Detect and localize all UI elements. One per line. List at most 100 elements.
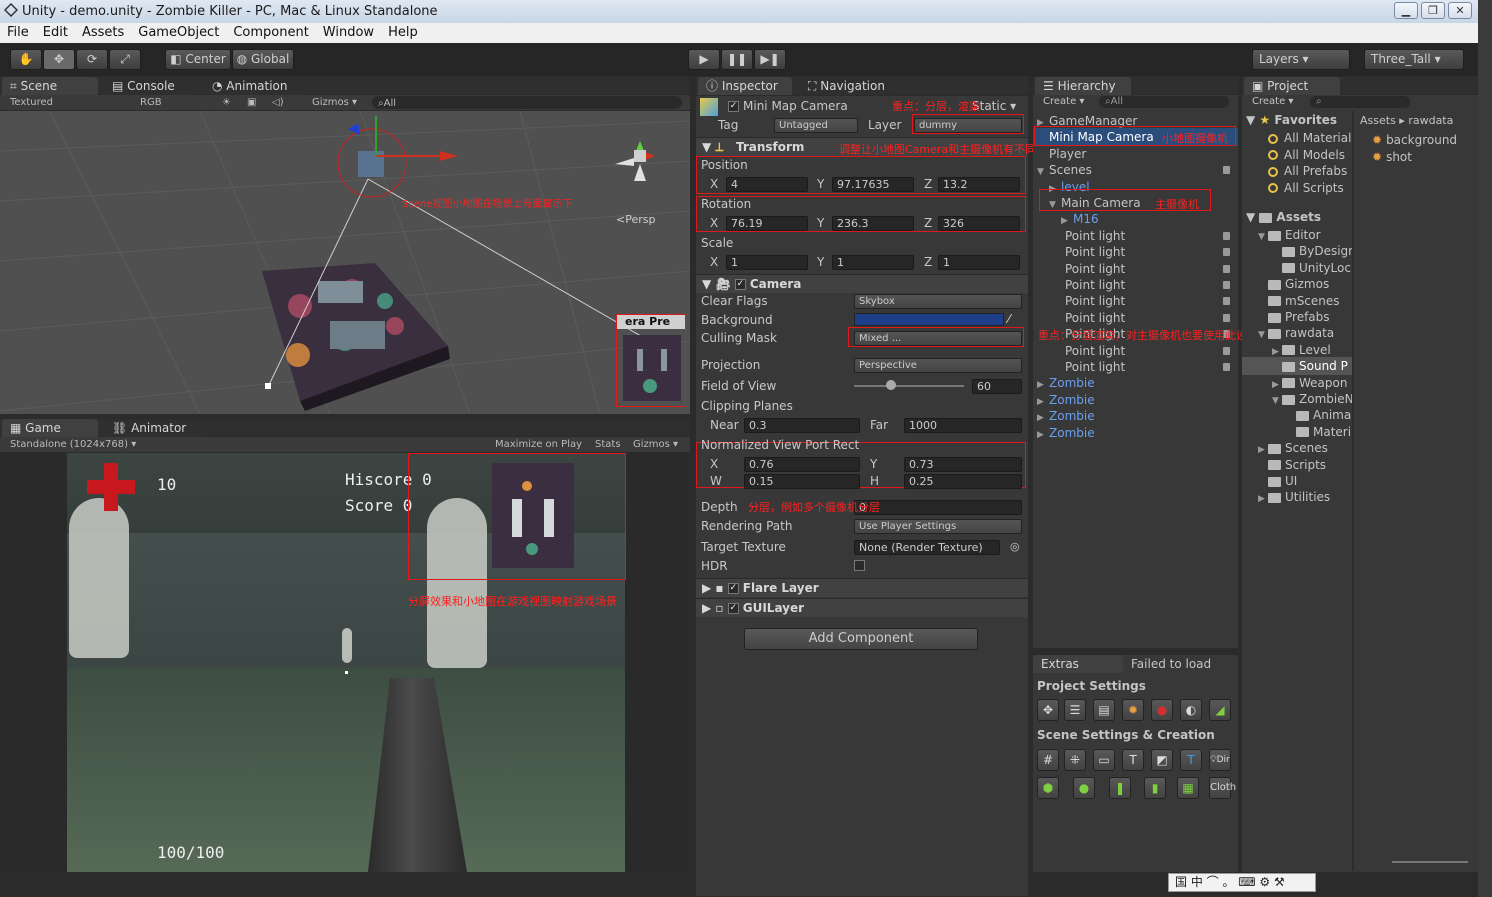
hand-tool-icon[interactable]: ✋ xyxy=(10,49,42,70)
fov-field[interactable]: 60 xyxy=(972,379,1022,394)
asset-folder[interactable]: ▶ Utilities xyxy=(1242,488,1352,506)
tab-hierarchy[interactable]: ☰ Hierarchy xyxy=(1035,77,1131,95)
far-field[interactable]: 1000 xyxy=(904,418,1022,433)
menu-component[interactable]: Component xyxy=(226,23,315,43)
gui-texture-icon[interactable]: ◩ xyxy=(1151,749,1173,771)
breadcrumb-assets[interactable]: Assets xyxy=(1360,114,1396,127)
favorites-header[interactable]: ▼ ★ Favorites xyxy=(1246,113,1337,127)
asset-folder[interactable]: Sound P xyxy=(1242,357,1352,376)
scl-y-field[interactable]: 1 xyxy=(832,255,914,270)
layers-dropdown[interactable]: Layers ▾ xyxy=(1252,49,1350,70)
tab-console[interactable]: ▤ Console xyxy=(104,77,196,95)
favorite-search-item[interactable]: All Prefabs xyxy=(1268,162,1347,180)
asset-folder[interactable]: UI xyxy=(1242,472,1352,490)
hierarchy-item[interactable]: Point light xyxy=(1033,243,1238,261)
play-button[interactable]: ▶ xyxy=(688,49,720,70)
hierarchy-create-dropdown[interactable]: Create ▾ xyxy=(1043,95,1084,109)
layout-dropdown[interactable]: Three_Tall ▾ xyxy=(1364,49,1464,70)
lock-icon[interactable] xyxy=(1223,363,1230,371)
vp-h-field[interactable]: 0.25 xyxy=(904,474,1022,489)
tab-scene[interactable]: ⌗ Scene xyxy=(2,77,98,95)
menu-window[interactable]: Window xyxy=(316,23,381,43)
asset-folder[interactable]: Anima xyxy=(1242,406,1352,424)
move-tool-icon[interactable]: ✥ xyxy=(43,49,75,70)
asset-folder[interactable]: ▼ Editor xyxy=(1242,226,1352,244)
menu-file[interactable]: File xyxy=(0,23,36,43)
scale-tool-icon[interactable]: ⤢ xyxy=(109,49,141,70)
plane-create-icon[interactable]: ▦ xyxy=(1177,777,1199,799)
gizmos-dropdown[interactable]: Gizmos ▾ xyxy=(312,95,357,110)
camera-enabled-checkbox[interactable]: ✓ xyxy=(734,279,746,290)
hierarchy-item[interactable]: Point light xyxy=(1033,276,1238,294)
time-settings-icon[interactable]: ● xyxy=(1151,699,1173,721)
hierarchy-item[interactable]: Point light xyxy=(1033,342,1238,360)
breadcrumb-rawdata[interactable]: rawdata xyxy=(1408,114,1453,127)
resolution-dropdown[interactable]: Standalone (1024x768) ▾ xyxy=(10,437,136,452)
hierarchy-item[interactable]: ▶ Zombie xyxy=(1033,391,1238,409)
audio-toggle-icon[interactable]: ◁) xyxy=(272,95,284,110)
favorite-search-item[interactable]: All Material xyxy=(1268,129,1351,147)
asset-folder[interactable]: Gizmos xyxy=(1242,275,1352,293)
project-create-dropdown[interactable]: Create ▾ xyxy=(1252,95,1293,109)
tag-dropdown[interactable]: Untagged xyxy=(774,118,858,133)
flare-layer-header[interactable]: ▶ ▪ ✓ Flare Layer xyxy=(696,578,1028,597)
cube-create-icon[interactable]: ⬢ xyxy=(1037,777,1059,799)
menu-edit[interactable]: Edit xyxy=(36,23,75,43)
text-icon[interactable]: T xyxy=(1122,749,1144,771)
lock-icon[interactable] xyxy=(1223,248,1230,257)
audio-settings-icon[interactable]: ▤ xyxy=(1093,699,1115,721)
lock-icon[interactable] xyxy=(1223,264,1230,273)
stats-toggle[interactable]: Stats xyxy=(595,437,621,452)
asset-folder[interactable]: ▶ Scenes xyxy=(1242,439,1352,457)
target-texture-field[interactable]: None (Render Texture) xyxy=(854,540,1000,555)
asset-folder[interactable]: ▶ Level xyxy=(1242,341,1352,359)
game-view[interactable]: 10 Hiscore 0 Score 0 100/100 分屏效果和小地图在游戏… xyxy=(0,453,690,872)
hierarchy-item[interactable]: Point light xyxy=(1033,358,1238,376)
hierarchy-item[interactable]: Point light xyxy=(1033,309,1238,327)
object-picker-icon[interactable]: ◎ xyxy=(1010,540,1020,553)
quality-settings-icon[interactable]: ◐ xyxy=(1180,699,1202,721)
lighting-toggle-icon[interactable]: ☀ xyxy=(222,95,231,110)
menu-gameobject[interactable]: GameObject xyxy=(131,23,226,43)
capsule-create-icon[interactable]: ❚ xyxy=(1109,777,1131,799)
input-settings-icon[interactable]: ✥ xyxy=(1037,699,1059,721)
pivot-center-toggle[interactable]: ◧ Center xyxy=(165,49,231,70)
tab-project[interactable]: ▣ Project xyxy=(1244,77,1340,95)
asset-file[interactable]: ✹ shot xyxy=(1372,148,1412,166)
scl-x-field[interactable]: 1 xyxy=(726,255,808,270)
tab-navigation[interactable]: ⛶ Navigation xyxy=(800,77,900,95)
cloth-create-button[interactable]: Cloth xyxy=(1209,777,1236,799)
lock-icon[interactable] xyxy=(1223,231,1230,240)
scene-view[interactable]: Scene视图小地图在场景上与面显示下 <Persp era Pre xyxy=(0,111,690,414)
asset-folder[interactable]: Prefabs xyxy=(1242,308,1352,326)
clear-flags-dropdown[interactable]: Skybox xyxy=(854,294,1022,309)
shading-mode-dropdown[interactable]: Textured xyxy=(10,95,53,110)
hierarchy-item[interactable]: Point light xyxy=(1033,227,1238,245)
lock-icon[interactable] xyxy=(1223,297,1230,306)
vp-x-field[interactable]: 0.76 xyxy=(744,457,860,472)
graphics-settings-icon[interactable]: ◢ xyxy=(1209,699,1231,721)
flare-enabled-checkbox[interactable]: ✓ xyxy=(727,583,739,594)
asset-folder[interactable]: mScenes xyxy=(1242,292,1352,310)
close-button[interactable]: ✕ xyxy=(1448,2,1472,19)
grid-icon[interactable]: # xyxy=(1037,749,1059,771)
rotate-tool-icon[interactable]: ⟳ xyxy=(76,49,108,70)
hierarchy-search-input[interactable]: ⌕All xyxy=(1099,96,1229,108)
persp-label[interactable]: <Persp xyxy=(616,213,655,226)
asset-folder[interactable]: UnityLoc xyxy=(1242,259,1352,277)
favorite-search-item[interactable]: All Models xyxy=(1268,146,1345,164)
vp-w-field[interactable]: 0.15 xyxy=(744,474,860,489)
favorite-search-item[interactable]: All Scripts xyxy=(1268,179,1344,197)
step-button[interactable]: ▶❚ xyxy=(754,49,786,70)
hierarchy-item[interactable]: ▶ Zombie xyxy=(1033,424,1238,442)
icon-size-slider[interactable] xyxy=(1392,861,1468,863)
project-search-input[interactable]: ⌕ xyxy=(1310,96,1410,108)
tags-settings-icon[interactable]: ☰ xyxy=(1064,699,1086,721)
image-toggle-icon[interactable]: ▣ xyxy=(247,95,256,110)
minimize-button[interactable]: ▁ xyxy=(1394,2,1418,19)
camera-header[interactable]: ▼ 🎥︎ ✓ Camera xyxy=(696,274,1028,293)
ime-toolbar[interactable]: 国 中 ⌒ 。 ⌨ ⚙ ⚒ xyxy=(1168,873,1316,892)
menu-help[interactable]: Help xyxy=(381,23,425,43)
hierarchy-item[interactable]: Point light xyxy=(1033,260,1238,278)
assets-header[interactable]: ▼ Assets xyxy=(1246,210,1321,224)
